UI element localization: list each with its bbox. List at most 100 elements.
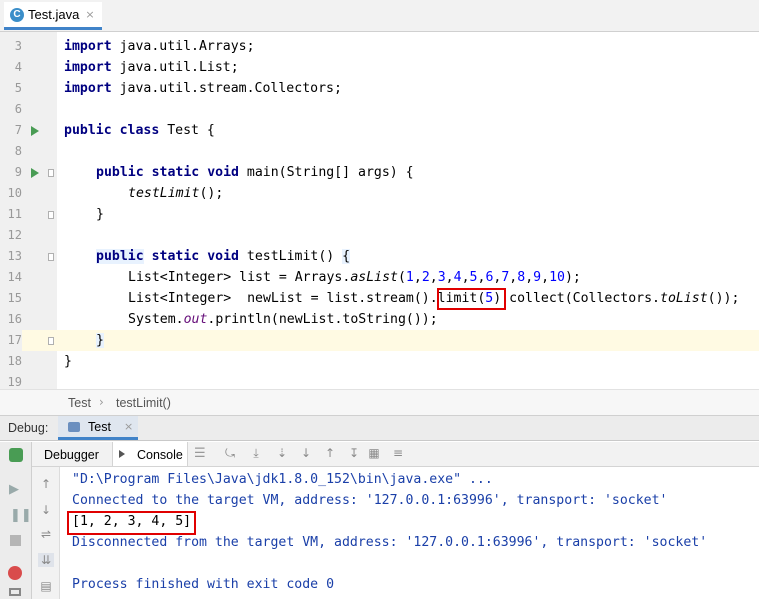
keyword: void — [207, 165, 239, 180]
line-number: 13 — [7, 249, 22, 263]
fold-icon[interactable] — [48, 337, 54, 345]
line-number: 8 — [14, 144, 22, 158]
file-tab-test-java[interactable]: C Test.java × — [4, 2, 102, 30]
line-number: 9 — [14, 165, 22, 179]
comma: , — [429, 270, 438, 285]
close-session-icon[interactable]: × — [124, 420, 133, 433]
evaluate-expression-icon[interactable]: ▦ — [366, 446, 382, 460]
method-call: testLimit — [128, 186, 200, 201]
console-line: Disconnected from the target VM, address… — [72, 535, 708, 550]
code-text: (); — [199, 186, 224, 201]
editor-tab-bar: C Test.java × — [0, 0, 759, 32]
view-breakpoints-icon[interactable] — [8, 566, 22, 580]
java-class-icon: C — [10, 7, 24, 22]
print-icon[interactable]: ▤ — [38, 579, 54, 593]
line-number: 7 — [14, 123, 22, 137]
keyword: public — [96, 165, 144, 180]
line-number: 17 — [0, 330, 22, 351]
number-literal: 4 — [453, 270, 462, 285]
static-field: out — [183, 312, 208, 327]
step-into-icon[interactable]: ⇣ — [274, 446, 290, 460]
restore-layout-icon[interactable]: ☰ — [194, 446, 206, 461]
comma: , — [445, 270, 454, 285]
debug-label: Debug: — [8, 421, 49, 435]
keyword: static — [151, 165, 200, 180]
run-method-icon[interactable] — [31, 168, 39, 178]
code-text: main(String[] args) { — [238, 165, 414, 180]
file-tab-label: Test.java — [28, 7, 80, 22]
line-number: 4 — [14, 60, 22, 74]
code-text: } — [64, 354, 72, 369]
step-over-icon[interactable]: ⤓ — [248, 446, 264, 461]
result-highlight-box — [67, 511, 196, 535]
code-text: ); — [564, 270, 581, 285]
keyword: static — [151, 249, 200, 264]
tab-console-label: Console — [137, 448, 183, 462]
step-out-icon[interactable]: ↑ — [322, 446, 338, 460]
comma: , — [541, 270, 550, 285]
run-to-cursor-icon[interactable]: ↧ — [346, 446, 362, 460]
code-line: 4 import java.util.List; — [0, 57, 759, 78]
number-literal: 10 — [549, 270, 565, 285]
console-side-toolbar: ↑ ↓ ⇌ ⇊ ▤ — [32, 467, 60, 599]
soft-wrap-icon[interactable]: ⇌ — [38, 527, 54, 541]
line-number: 16 — [7, 312, 22, 326]
force-step-into-icon[interactable]: ↓ — [298, 446, 314, 460]
number-literal: 1 — [405, 270, 414, 285]
code-text: List<Integer> list = Arrays. — [128, 270, 351, 285]
breadcrumb: Test › testLimit() — [0, 389, 759, 416]
line-number: 3 — [14, 39, 22, 53]
method-call: asList — [350, 270, 398, 285]
tab-debugger[interactable]: Debugger — [44, 448, 99, 462]
current-code-line: 17 } — [0, 330, 759, 351]
code-line: 18 } — [0, 351, 759, 372]
number-literal: 9 — [533, 270, 542, 285]
code-text: ( — [397, 270, 406, 285]
code-line: 8 — [0, 141, 759, 162]
mute-breakpoints-icon[interactable] — [9, 588, 21, 596]
line-number: 14 — [7, 270, 22, 284]
number-literal: 3 — [437, 270, 446, 285]
stop-icon[interactable] — [10, 535, 21, 546]
scroll-up-icon[interactable]: ↑ — [38, 477, 54, 491]
code-text: System. — [128, 312, 184, 327]
fold-icon[interactable] — [48, 211, 54, 219]
debug-session-tab-label: Test — [88, 420, 111, 434]
debug-bug-icon[interactable] — [9, 448, 23, 462]
code-line: 14 List<Integer> list = Arrays.asList(1,… — [0, 267, 759, 288]
code-editor[interactable]: 3 import java.util.Arrays; 4 import java… — [0, 32, 759, 389]
scroll-to-end-icon[interactable]: ⇊ — [38, 553, 54, 567]
line-number: 11 — [7, 207, 22, 221]
code-text: java.util.List; — [111, 60, 239, 75]
show-execution-point-icon[interactable]: ⤿ — [222, 446, 238, 461]
console-line: Process finished with exit code 0 — [72, 577, 335, 592]
comma: , — [525, 270, 534, 285]
code-line: 16 System.out.println(newList.toString()… — [0, 309, 759, 330]
code-text: testLimit() — [238, 249, 343, 264]
scroll-down-icon[interactable]: ↓ — [38, 503, 54, 517]
code-text: .println(newList.toString()); — [207, 312, 438, 327]
debug-tab-bar: Debugger Console ☰ ⤿ ⤓ ⇣ ↓ ↑ ↧ ▦ ≡ — [32, 442, 759, 467]
settings-icon[interactable]: ≡ — [390, 446, 406, 460]
line-number: 10 — [7, 186, 22, 200]
code-line: 15 List<Integer> newList = list.stream()… — [0, 288, 759, 310]
breadcrumb-item-method[interactable]: testLimit() — [116, 396, 171, 410]
pause-icon[interactable]: ❚❚ — [10, 508, 32, 523]
debug-session-tab[interactable]: Test × — [58, 416, 138, 440]
comma: , — [461, 270, 470, 285]
limit-highlight-box — [437, 288, 506, 310]
fold-icon[interactable] — [48, 169, 54, 177]
fold-icon[interactable] — [48, 253, 54, 261]
resume-icon[interactable]: ▶ — [9, 482, 19, 497]
code-text: Test { — [159, 123, 215, 138]
breadcrumb-item-class[interactable]: Test — [68, 396, 91, 410]
code-text: { — [342, 249, 351, 264]
tab-console[interactable]: Console — [112, 442, 188, 466]
keyword: void — [207, 249, 239, 264]
close-tab-icon[interactable]: × — [85, 8, 94, 21]
code-line: 10 testLimit(); — [0, 183, 759, 204]
code-line: 3 import java.util.Arrays; — [0, 36, 759, 57]
run-class-icon[interactable] — [31, 126, 39, 136]
code-text: } — [96, 333, 104, 348]
code-line: 13 public static void testLimit() { — [0, 246, 759, 267]
